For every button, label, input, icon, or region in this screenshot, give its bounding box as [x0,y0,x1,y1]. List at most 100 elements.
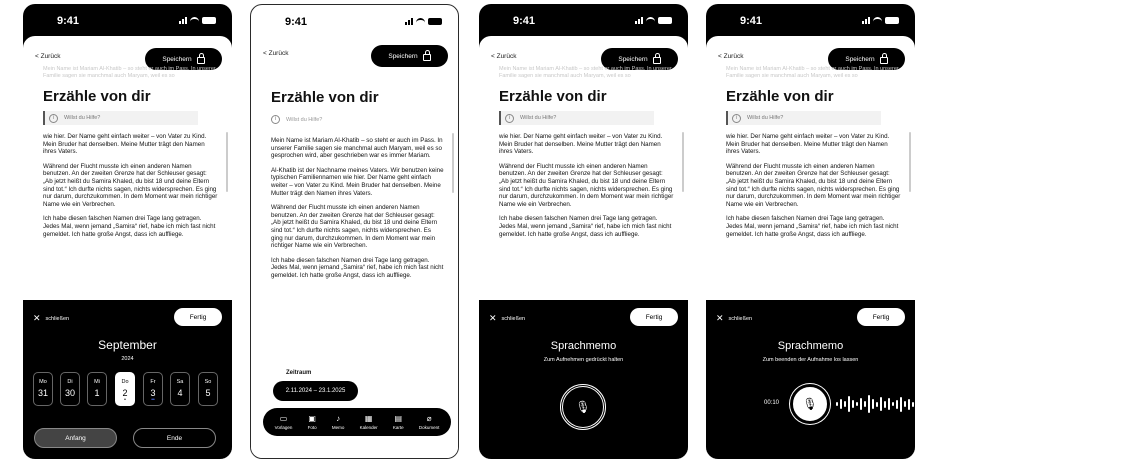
year-label: 2024 [121,356,134,362]
save-label: Speichern [162,55,192,63]
help-label: Willst du Hilfe? [747,115,784,121]
page-title: Erzähle von dir [499,88,607,105]
day-cell[interactable]: Mi 1 [87,372,107,406]
phone-voice-memo-recording: 9:41 < Zurück Speichern Mein Name ist Ma… [706,4,915,459]
toolbar-templates[interactable]: ▭ Vorlagen [275,414,293,430]
story-paragraph: wie hier. Der Name geht einfach weiter –… [726,133,890,156]
audio-waveform [836,394,914,414]
day-cell[interactable]: Sa 4 [170,372,190,406]
close-icon: ✕ [716,313,724,323]
story-paragraph: Ich habe diesen falschen Namen drei Tage… [43,215,216,238]
story-paragraph: Mein Name ist Mariam Al-Khatib – so steh… [271,137,443,160]
battery-icon [202,17,216,24]
toolbar-photo[interactable]: ▣ Foto [308,414,317,430]
day-cell[interactable]: Di 30 [60,372,80,406]
back-button[interactable]: < Zurück [491,53,516,60]
status-time: 9:41 [285,16,308,28]
done-button[interactable]: Fertig [630,308,678,326]
page-title: Erzähle von dir [726,88,834,105]
toolbar-calendar[interactable]: ▦ Kalender [360,414,378,430]
back-button[interactable]: < Zurück [35,53,60,60]
memo-title: Sprachmemo [777,340,844,352]
info-icon: i [271,115,280,124]
wifi-icon [416,18,425,25]
scrollbar[interactable] [909,132,911,192]
status-bar: 9:41 [251,5,458,35]
attachment-toolbar: ▭ Vorlagen ▣ Foto ♪ Memo ▦ Kalender ▤ Karte ⌀… [263,408,451,436]
wifi-icon [646,17,655,24]
signal-icon [862,17,870,24]
scrollbar[interactable] [226,132,228,192]
status-bar: 9:41 [706,4,915,34]
help-prompt[interactable]: i Willst du Hilfe? [271,115,322,124]
story-paragraph: Während der Flucht musste ich einen ande… [726,162,901,208]
scrollbar[interactable] [682,132,684,192]
close-button[interactable]: ✕ schließen [716,313,752,324]
story-paragraph: Während der Flucht musste ich einen ande… [271,204,438,250]
help-label: Willst du Hilfe? [64,115,101,121]
wifi-icon [873,17,882,24]
map-icon: ▤ [394,414,403,423]
done-button[interactable]: Fertig [174,308,222,326]
info-icon: i [505,113,514,123]
lock-icon [879,53,888,64]
help-prompt[interactable]: i Willst du Hilfe? [43,111,198,125]
page-title: Erzähle von dir [271,89,379,106]
story-paragraph: Während der Flucht musste ich einen ande… [499,162,674,208]
day-cell-selected[interactable]: Do 2 • [115,372,135,406]
signal-icon [635,17,643,24]
day-cell[interactable]: So 5 [198,372,218,406]
story-text[interactable]: wie hier. Der Name geht einfach weiter –… [726,133,901,245]
back-button[interactable]: < Zurück [718,53,743,60]
page-title: Erzähle von dir [43,88,151,105]
info-icon: i [49,113,58,123]
battery-icon [428,18,442,25]
help-prompt[interactable]: i Willst du Hilfe? [499,111,654,125]
close-button[interactable]: ✕ schließen [33,313,69,324]
story-text[interactable]: wie hier. Der Name geht einfach weiter –… [499,133,674,245]
end-date-button[interactable]: Ende [133,428,216,448]
close-icon: ✕ [33,313,41,323]
signal-icon [405,18,413,25]
close-button[interactable]: ✕ schließen [489,313,525,324]
microphone-icon: 🎙 [575,400,591,414]
help-label: Willst du Hilfe? [520,115,557,121]
timeframe-chip[interactable]: 2.11.2024 – 23.1.2025 [273,381,358,401]
voice-memo-sheet: ✕ schließen Fertig Sprachmemo Zum beenden… [706,300,915,459]
story-paragraph: Ich habe diesen falschen Namen drei Tage… [499,215,672,238]
story-paragraph: Al-Khatib ist der Nachname meines Vaters… [271,166,444,197]
scrollbar[interactable] [452,133,454,193]
timeframe-label: Zeitraum [286,370,312,376]
phone-voice-memo: 9:41 < Zurück Speichern Mein Name ist Ma… [479,4,688,459]
record-button[interactable]: 🎙 [790,384,830,424]
faded-text: Mein Name ist Mariam Al-Khatib – so steh… [499,66,672,79]
signal-icon [179,17,187,24]
toolbar-document[interactable]: ⌀ Dokument [419,414,440,430]
status-time: 9:41 [57,15,80,27]
record-button[interactable]: 🎙 [563,387,603,427]
info-icon: i [732,113,741,123]
story-text[interactable]: wie hier. Der Name geht einfach weiter –… [43,133,218,245]
save-label: Speichern [618,55,648,63]
battery-icon [658,17,672,24]
day-cell[interactable]: Fr 3 •• [143,372,163,406]
start-date-button[interactable]: Anfang [34,428,117,448]
save-button[interactable]: Speichern [371,45,448,67]
help-prompt[interactable]: i Willst du Hilfe? [726,111,881,125]
status-time: 9:41 [513,15,536,27]
status-bar: 9:41 [479,4,688,34]
done-button[interactable]: Fertig [857,308,905,326]
story-text[interactable]: Mein Name ist Mariam Al-Khatib – so steh… [271,137,444,287]
back-button[interactable]: < Zurück [263,50,288,57]
close-label: schließen [728,315,753,322]
toolbar-map[interactable]: ▤ Karte [393,414,404,430]
lock-icon [196,53,205,64]
calendar-icon: ▦ [364,414,373,423]
faded-text: Mein Name ist Mariam Al-Khatib – so steh… [43,66,216,79]
toolbar-memo[interactable]: ♪ Memo [332,414,345,430]
close-label: schließen [501,315,526,322]
phone-calendar: 9:41 < Zurück Speichern Mein Name ist Ma… [23,4,232,459]
lock-icon [422,50,431,61]
paperclip-icon: ⌀ [426,414,432,423]
day-cell[interactable]: Mo 31 [33,372,53,406]
